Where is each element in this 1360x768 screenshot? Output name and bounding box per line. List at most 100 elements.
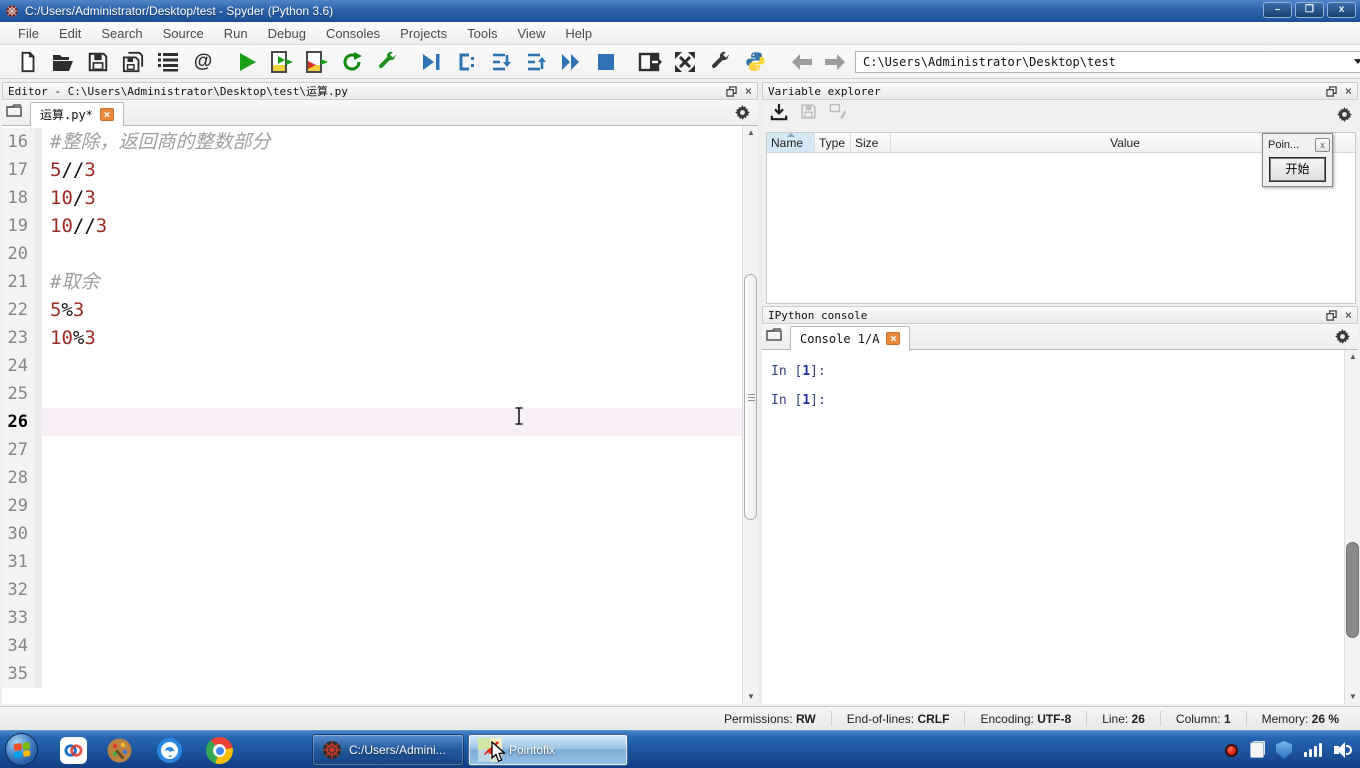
scroll-up-icon[interactable]: ▲: [1345, 350, 1360, 364]
menu-view[interactable]: View: [507, 23, 555, 44]
maximize-button[interactable]: ❐: [1295, 2, 1324, 18]
menu-debug[interactable]: Debug: [258, 23, 316, 44]
close-tab-icon[interactable]: ×: [886, 332, 900, 345]
editor-scrollbar[interactable]: ▲ ▼: [742, 126, 758, 704]
code-line-25[interactable]: 25: [2, 380, 742, 408]
scroll-down-icon[interactable]: ▼: [1345, 690, 1360, 704]
console-options-gear-icon[interactable]: [1335, 329, 1350, 344]
continue-button[interactable]: [558, 49, 584, 75]
run-cell-button[interactable]: [269, 49, 295, 75]
code-line-18[interactable]: 1810/3: [2, 184, 742, 212]
code-line-16[interactable]: 16#整除，返回商的整数部分: [2, 128, 742, 156]
clipboard-tray-icon[interactable]: [1250, 742, 1264, 758]
stop-debug-button[interactable]: [593, 49, 619, 75]
browse-tabs-icon[interactable]: [766, 327, 782, 346]
save-data-icon[interactable]: [800, 103, 817, 125]
menu-search[interactable]: Search: [91, 23, 152, 44]
working-directory-combo[interactable]: C:\Users\Administrator\Desktop\test: [855, 51, 1360, 73]
code-line-17[interactable]: 175//3: [2, 156, 742, 184]
editor-pane-header[interactable]: Editor - C:\Users\Administrator\Desktop\…: [2, 82, 758, 100]
column-header-type[interactable]: Type: [815, 133, 851, 152]
code-line-32[interactable]: 32: [2, 576, 742, 604]
outline-explorer-button[interactable]: [155, 49, 181, 75]
security-shield-icon[interactable]: [1276, 741, 1292, 759]
console-output[interactable]: In [1]:In [1]:: [762, 350, 1344, 704]
close-tab-icon[interactable]: ×: [100, 108, 114, 121]
editor-tab[interactable]: 运算.py* ×: [30, 102, 124, 126]
run-cell-advance-button[interactable]: [304, 49, 330, 75]
volume-icon[interactable]: [1334, 742, 1352, 758]
close-button[interactable]: x: [1327, 2, 1356, 18]
taskbar-chrome-icon[interactable]: [206, 737, 233, 764]
recording-indicator-icon[interactable]: [1225, 744, 1238, 757]
network-signal-icon[interactable]: [1304, 743, 1322, 757]
chevron-down-icon[interactable]: [1354, 59, 1360, 64]
menu-source[interactable]: Source: [153, 23, 214, 44]
taskbar-app-launcher-icon[interactable]: [60, 737, 87, 764]
code-line-26[interactable]: 26: [2, 408, 742, 436]
pointofix-start-button[interactable]: 开始: [1269, 157, 1326, 182]
console-scrollbar[interactable]: ▲ ▼: [1344, 350, 1360, 704]
taskbar-paint-app-icon[interactable]: [106, 737, 133, 764]
back-button[interactable]: [789, 49, 815, 75]
titlebar[interactable]: C:/Users/Administrator/Desktop/test - Sp…: [0, 0, 1360, 22]
browse-tabs-icon[interactable]: [6, 103, 22, 122]
code-line-24[interactable]: 24: [2, 352, 742, 380]
close-pane-icon[interactable]: ×: [1345, 86, 1352, 96]
save-button[interactable]: [85, 49, 111, 75]
code-line-34[interactable]: 34: [2, 632, 742, 660]
undock-icon[interactable]: [726, 86, 737, 97]
column-header-size[interactable]: Size: [851, 133, 891, 152]
undock-icon[interactable]: [1326, 310, 1337, 321]
code-line-35[interactable]: 35: [2, 660, 742, 688]
menu-projects[interactable]: Projects: [390, 23, 457, 44]
taskbar-window-spyder[interactable]: C:/Users/Admini...: [312, 734, 464, 766]
run-file-button[interactable]: [234, 49, 260, 75]
step-into-button[interactable]: [488, 49, 514, 75]
new-file-button[interactable]: [15, 49, 41, 75]
menu-run[interactable]: Run: [214, 23, 258, 44]
find-symbols-button[interactable]: @: [190, 49, 216, 75]
menu-consoles[interactable]: Consoles: [316, 23, 390, 44]
code-line-31[interactable]: 31: [2, 548, 742, 576]
console-scrollbar-thumb[interactable]: [1346, 542, 1359, 638]
code-line-30[interactable]: 30: [2, 520, 742, 548]
ipython-console-header[interactable]: IPython console ×: [762, 306, 1358, 324]
code-line-29[interactable]: 29: [2, 492, 742, 520]
forward-button[interactable]: [822, 49, 848, 75]
step-return-button[interactable]: [523, 49, 549, 75]
preferences-button[interactable]: [707, 49, 733, 75]
code-line-19[interactable]: 1910//3: [2, 212, 742, 240]
editor-scrollbar-thumb[interactable]: [744, 274, 757, 520]
open-file-button[interactable]: [50, 49, 76, 75]
minimize-button[interactable]: –: [1263, 2, 1292, 18]
code-line-22[interactable]: 225%3: [2, 296, 742, 324]
run-current-line-button[interactable]: [453, 49, 479, 75]
menu-help[interactable]: Help: [555, 23, 602, 44]
undock-icon[interactable]: [1326, 86, 1337, 97]
taskbar-browser-icon[interactable]: [156, 737, 183, 764]
code-line-23[interactable]: 2310%3: [2, 324, 742, 352]
menu-tools[interactable]: Tools: [457, 23, 507, 44]
rerun-cell-button[interactable]: [339, 49, 365, 75]
run-configuration-button[interactable]: [374, 49, 400, 75]
column-header-name[interactable]: Name: [767, 133, 815, 152]
console-tab[interactable]: Console 1/A ×: [790, 326, 910, 350]
code-line-33[interactable]: 33: [2, 604, 742, 632]
scroll-down-icon[interactable]: ▼: [743, 690, 759, 704]
pythonpath-manager-button[interactable]: [742, 49, 768, 75]
start-button[interactable]: [5, 733, 38, 766]
code-line-20[interactable]: 20: [2, 240, 742, 268]
code-line-28[interactable]: 28: [2, 464, 742, 492]
editor-code-area[interactable]: 16#整除，返回商的整数部分175//31810/31910//32021#取余…: [2, 126, 742, 704]
code-line-21[interactable]: 21#取余: [2, 268, 742, 296]
close-pane-icon[interactable]: ×: [745, 86, 752, 96]
code-line-27[interactable]: 27: [2, 436, 742, 464]
panes-layout-button[interactable]: [637, 49, 663, 75]
import-data-icon[interactable]: [770, 103, 788, 126]
variable-explorer-header[interactable]: Variable explorer ×: [762, 82, 1358, 100]
menu-file[interactable]: File: [8, 23, 49, 44]
maximize-pane-button[interactable]: [672, 49, 698, 75]
scroll-up-icon[interactable]: ▲: [743, 126, 759, 140]
pointofix-dialog[interactable]: Poin... x 开始: [1262, 133, 1333, 187]
